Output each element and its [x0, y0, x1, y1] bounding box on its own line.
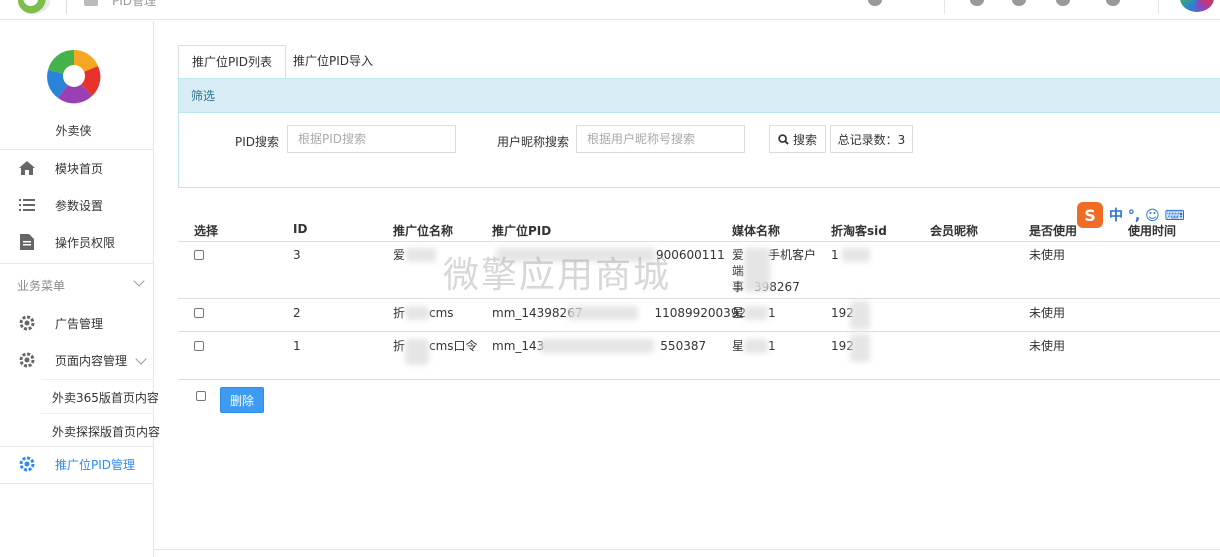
divider	[0, 263, 154, 264]
column-header: ID	[293, 222, 308, 236]
redaction	[744, 306, 768, 320]
column-header: 会员昵称	[930, 224, 979, 238]
search-button-label: 搜索	[792, 132, 817, 147]
select-all-checkbox[interactable]	[196, 391, 206, 401]
cell-used: 未使用	[1029, 339, 1066, 353]
divider	[41, 413, 154, 414]
divider	[66, 0, 67, 14]
sidebar-item-label: 模块首页	[55, 161, 104, 176]
column-header: 推广位名称	[393, 224, 454, 238]
chevron-down-icon[interactable]	[133, 275, 145, 287]
divider	[154, 549, 1220, 550]
redaction	[744, 248, 770, 292]
user-icon[interactable]	[1106, 0, 1120, 6]
nickname-search-label: 用户昵称搜索	[497, 135, 570, 149]
pid-search-label: PID搜索	[235, 135, 280, 149]
avatar[interactable]	[1180, 0, 1214, 12]
gear-icon	[19, 352, 35, 368]
cell-name: 爱	[393, 248, 406, 262]
help-icon[interactable]	[970, 0, 984, 6]
redaction	[568, 306, 638, 320]
tab-pid-list[interactable]: 推广位PID列表	[178, 45, 287, 79]
breadcrumb-home-icon[interactable]	[84, 0, 98, 6]
sidebar-item-label: 推广位PID管理	[55, 457, 136, 472]
table-row: 3 爱 900600111 爱手机客户 端 事 398267 1 未使用	[178, 242, 1220, 299]
nickname-search-input[interactable]	[576, 125, 745, 153]
filter-title: 筛选	[179, 79, 1220, 113]
cell-used: 未使用	[1029, 306, 1066, 320]
sidebar-item-ads[interactable]: 广告管理	[0, 306, 154, 340]
column-header: 是否使用	[1029, 224, 1078, 238]
cell-id: 3	[293, 248, 301, 262]
redaction	[405, 339, 429, 365]
watermark: 微擎应用商城	[443, 255, 672, 296]
divider	[0, 149, 154, 150]
column-header: 使用时间	[1128, 224, 1177, 238]
redaction	[405, 306, 429, 320]
table-row: 2 折 cms mm_14398267 110899200392 星1 192 未使…	[178, 299, 1220, 332]
gear-icon	[19, 315, 35, 331]
settings-icon[interactable]	[868, 0, 882, 6]
document-icon	[19, 234, 35, 250]
column-header: 媒体名称	[732, 224, 781, 238]
redaction	[744, 339, 768, 353]
redaction	[850, 334, 870, 362]
sidebar-item-operators[interactable]: 操作员权限	[0, 225, 154, 259]
sidebar-item-label: 广告管理	[55, 316, 104, 331]
breadcrumb: PID管理	[112, 0, 157, 8]
search-button[interactable]: 搜索	[769, 125, 826, 153]
delete-button[interactable]: 删除	[220, 387, 264, 413]
app-name: 外卖侠	[55, 124, 92, 138]
pid-search-input[interactable]	[287, 125, 456, 153]
cell-sid: 1	[831, 248, 839, 262]
sidebar-item-label: 参数设置	[55, 198, 104, 213]
row-checkbox[interactable]	[194, 341, 204, 351]
sidebar-item-home[interactable]: 模块首页	[0, 151, 154, 185]
cell-used: 未使用	[1029, 248, 1066, 262]
app-logo	[45, 47, 103, 105]
column-header: 推广位PID	[492, 224, 552, 238]
redaction	[540, 339, 654, 353]
redaction	[842, 248, 870, 262]
table-row: 1 折 cms口令 mm_143 550387 星1 192 未使用	[178, 332, 1220, 380]
list-icon	[19, 197, 35, 213]
redaction	[406, 248, 436, 262]
sidebar-subitem-365[interactable]: 外卖365版首页内容	[52, 389, 159, 406]
sidebar: 外卖侠 模块首页 参数设置 操作员权限 业务菜单 广告管理 页面内容管理 外卖3…	[0, 21, 160, 557]
sidebar-item-page-content[interactable]: 页面内容管理	[0, 343, 154, 377]
column-header: 选择	[194, 224, 219, 238]
sidebar-group-label[interactable]: 业务菜单	[17, 277, 65, 294]
total-count-badge: 总记录数：3	[830, 125, 913, 153]
brand-logo[interactable]	[18, 0, 50, 14]
divider	[41, 379, 154, 380]
divider	[1158, 0, 1159, 14]
gear-icon	[19, 456, 35, 472]
filter-panel: 筛选 PID搜索 用户昵称搜索 搜索 总记录数：3	[178, 78, 1220, 188]
row-checkbox[interactable]	[194, 308, 204, 318]
sidebar-item-label: 页面内容管理	[55, 353, 128, 368]
bell-icon[interactable]	[1056, 0, 1070, 6]
tab-pid-import[interactable]: 推广位PID导入	[280, 45, 386, 79]
row-checkbox[interactable]	[194, 250, 204, 260]
cell-media-line2: 端	[732, 264, 745, 278]
redaction	[850, 301, 870, 329]
column-header: 折淘客sid	[831, 224, 887, 238]
search-icon	[778, 133, 789, 145]
sidebar-item-params[interactable]: 参数设置	[0, 188, 154, 222]
sidebar-subitem-tantan[interactable]: 外卖探探版首页内容	[52, 423, 160, 440]
top-bar: PID管理	[0, 0, 1220, 20]
sidebar-item-label: 操作员权限	[55, 235, 116, 250]
home-icon	[19, 160, 35, 176]
sidebar-item-pid-manage[interactable]: 推广位PID管理	[0, 447, 154, 481]
cell-id: 2	[293, 306, 301, 320]
table-header: 选择 ID 推广位名称 推广位PID 媒体名称 折淘客sid 会员昵称 是否使用…	[178, 216, 1220, 242]
divider	[0, 483, 154, 484]
divider	[944, 0, 945, 14]
info-icon[interactable]	[1012, 0, 1026, 6]
cell-id: 1	[293, 339, 301, 353]
